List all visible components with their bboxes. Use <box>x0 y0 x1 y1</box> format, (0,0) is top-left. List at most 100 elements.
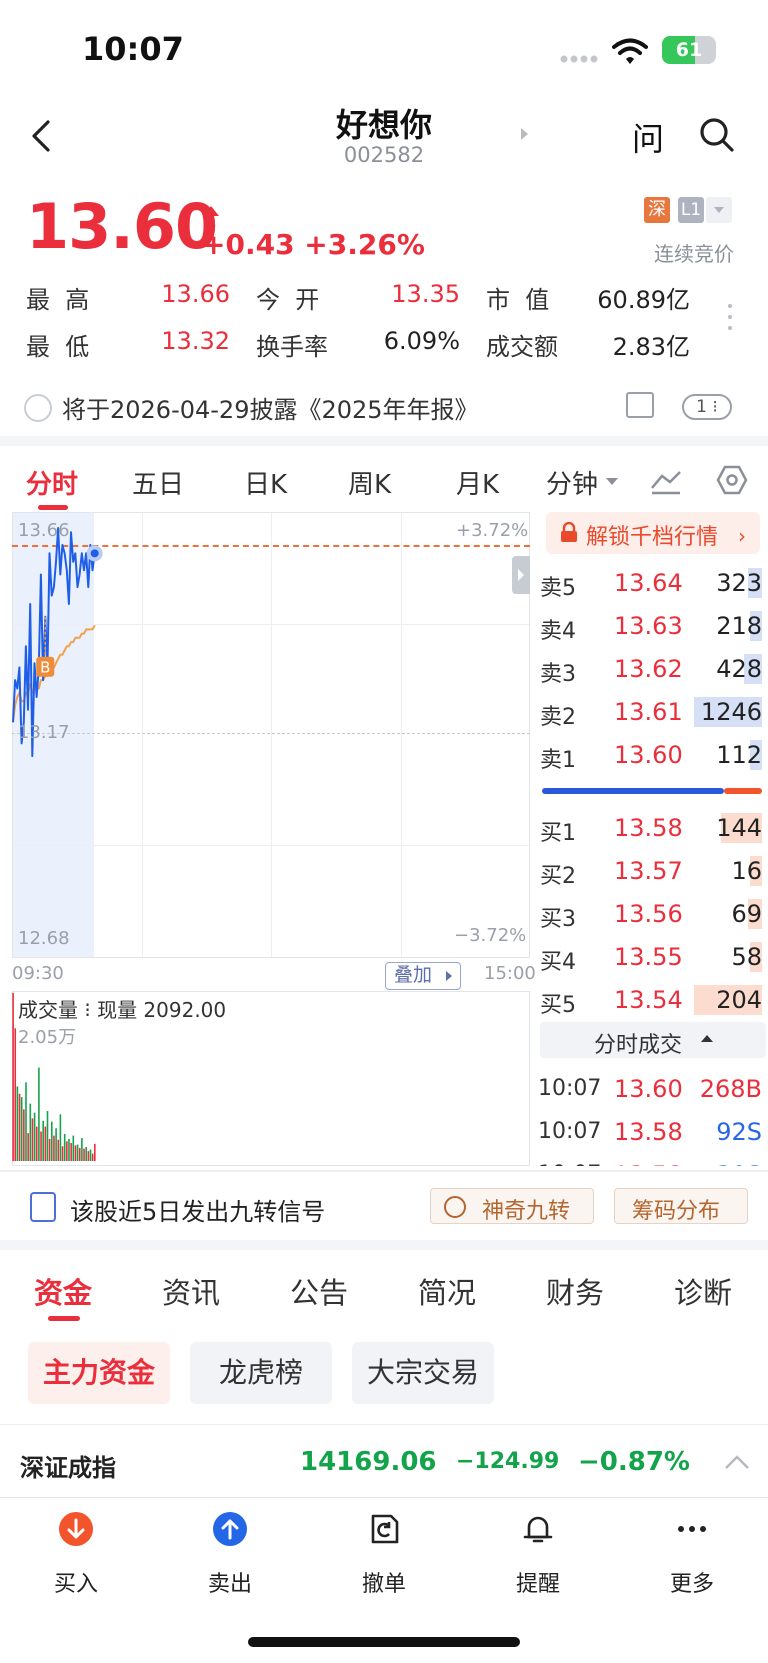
notice-count: 1 <box>696 397 707 417</box>
info-tab[interactable]: 公告 <box>290 1270 348 1312</box>
stat-label: 最 高 <box>26 286 90 314</box>
signal-text[interactable]: 该股近5日发出九转信号 <box>70 1192 325 1227</box>
active-tab-indicator <box>38 505 68 510</box>
active-info-tab-indicator <box>48 1316 80 1321</box>
volume-bar <box>83 1148 85 1161</box>
draw-line-icon[interactable] <box>650 466 682 496</box>
settings-icon[interactable] <box>716 464 748 496</box>
ask-level-label: 卖4 <box>540 619 576 644</box>
volume-bar <box>18 1093 21 1161</box>
sub-tab[interactable]: 大宗交易 <box>352 1342 494 1404</box>
bid-ask-ratio-bar-bid <box>542 788 724 794</box>
divider <box>0 436 768 446</box>
cancel-order-label: 撤单 <box>361 1572 406 1597</box>
volume-bar <box>59 1114 62 1161</box>
trades-title: 分时成交 <box>594 1033 683 1058</box>
current-price: 13.60 <box>26 190 218 263</box>
volume-bar <box>76 1144 79 1161</box>
info-tab[interactable]: 财务 <box>546 1270 604 1312</box>
sell-label: 卖出 <box>207 1572 252 1597</box>
cellular-signal-icon <box>560 55 598 63</box>
next-stock-arrow-icon[interactable] <box>521 128 528 140</box>
volume-bar <box>48 1138 51 1161</box>
volume-bar <box>94 1143 96 1161</box>
chevron-up-icon[interactable] <box>724 1454 750 1470</box>
price-change: +0.43 +3.26% <box>202 228 425 261</box>
ask-volume: 1246 <box>700 698 762 726</box>
chart-tab[interactable]: 分钟 <box>546 464 598 501</box>
info-tab[interactable]: 简况 <box>418 1270 476 1312</box>
check-circle-icon <box>444 1196 466 1218</box>
volume-bar <box>16 1086 19 1161</box>
level-badge[interactable]: L1 <box>678 197 704 223</box>
chart-tab[interactable]: 月K <box>456 464 499 501</box>
report-notice[interactable]: 将于2026-04-29披露《2025年年报》 <box>62 390 479 425</box>
bid-level-label: 买2 <box>540 864 576 889</box>
x-axis-start: 09:30 <box>12 963 64 984</box>
bid-level-label: 买4 <box>540 950 576 975</box>
ask-level-label: 卖3 <box>540 662 576 687</box>
ask-button[interactable]: 问 <box>632 114 664 160</box>
bid-volume: 69 <box>731 900 762 928</box>
chart-tab[interactable]: 日K <box>244 464 287 501</box>
ask-level-label: 卖2 <box>540 705 576 730</box>
ask-volume: 323 <box>716 569 762 597</box>
notice-count-badge[interactable]: 1 ⁝ <box>682 394 732 420</box>
chevron-down-icon[interactable] <box>606 478 618 485</box>
divider <box>0 1424 768 1425</box>
bell-icon <box>523 1516 553 1543</box>
volume-bar <box>20 1097 23 1161</box>
pct-axis-top: +3.72% <box>456 520 529 541</box>
volume-bar <box>51 1121 53 1161</box>
search-icon[interactable] <box>698 116 736 154</box>
stat-label: 最 低 <box>26 333 90 361</box>
volume-bar <box>70 1142 72 1161</box>
trade-time: 10:07 <box>538 1119 602 1144</box>
current-point <box>90 549 99 558</box>
volume-bar <box>14 1028 17 1161</box>
info-tab[interactable]: 资金 <box>34 1270 92 1312</box>
volume-bar <box>33 1112 36 1161</box>
more-stats-icon[interactable] <box>728 304 732 337</box>
stat-label: 市 值 <box>486 286 550 314</box>
chart-tab[interactable]: 分时 <box>26 464 78 501</box>
home-indicator[interactable] <box>248 1637 520 1647</box>
cancel-order-icon <box>371 1514 399 1544</box>
sell-icon <box>213 1512 247 1546</box>
volume-bar <box>12 993 14 1161</box>
volume-bar <box>40 1131 42 1161</box>
sub-tab[interactable]: 主力资金 <box>28 1342 170 1404</box>
expand-order-book-handle[interactable] <box>512 556 530 594</box>
volume-bar <box>23 1109 25 1161</box>
report-notice-icon <box>24 394 52 422</box>
index-change: −124.99 <box>456 1449 560 1474</box>
bid-level-label: 买1 <box>540 821 576 846</box>
ask-level-label: 卖5 <box>540 576 576 601</box>
volume-bar <box>63 1133 66 1161</box>
sub-tab[interactable]: 龙虎榜 <box>190 1342 332 1404</box>
volume-bar <box>87 1151 90 1161</box>
bid-ask-ratio-bar-ask <box>724 788 762 794</box>
bid-level-label: 买5 <box>540 993 576 1018</box>
info-tab[interactable]: 资讯 <box>162 1270 220 1312</box>
info-tab[interactable]: 诊断 <box>674 1270 732 1312</box>
volume-bar <box>68 1138 70 1161</box>
up-arrow-icon <box>203 206 219 226</box>
level-dropdown[interactable] <box>706 197 732 223</box>
y-axis-mid: 13.17 <box>18 722 70 743</box>
index-percent: −0.87% <box>578 1447 690 1477</box>
ask-level-label: 卖1 <box>540 748 576 773</box>
index-name[interactable]: 深证成指 <box>20 1448 116 1483</box>
volume-bar <box>46 1111 49 1161</box>
screen-share-icon[interactable] <box>626 392 654 418</box>
divider <box>0 1170 768 1172</box>
bid-level-label: 买3 <box>540 907 576 932</box>
chart-tab[interactable]: 周K <box>348 464 391 501</box>
trade-time: 10:07 <box>538 1076 602 1101</box>
stat-value: 6.09% <box>383 327 460 355</box>
trade-status: 连续竞价 <box>654 242 734 266</box>
buy-marker: B <box>40 659 50 677</box>
chart-tab[interactable]: 五日 <box>132 464 184 501</box>
volume-bar <box>66 1141 68 1161</box>
overlay-button[interactable]: 叠加 <box>385 962 461 990</box>
